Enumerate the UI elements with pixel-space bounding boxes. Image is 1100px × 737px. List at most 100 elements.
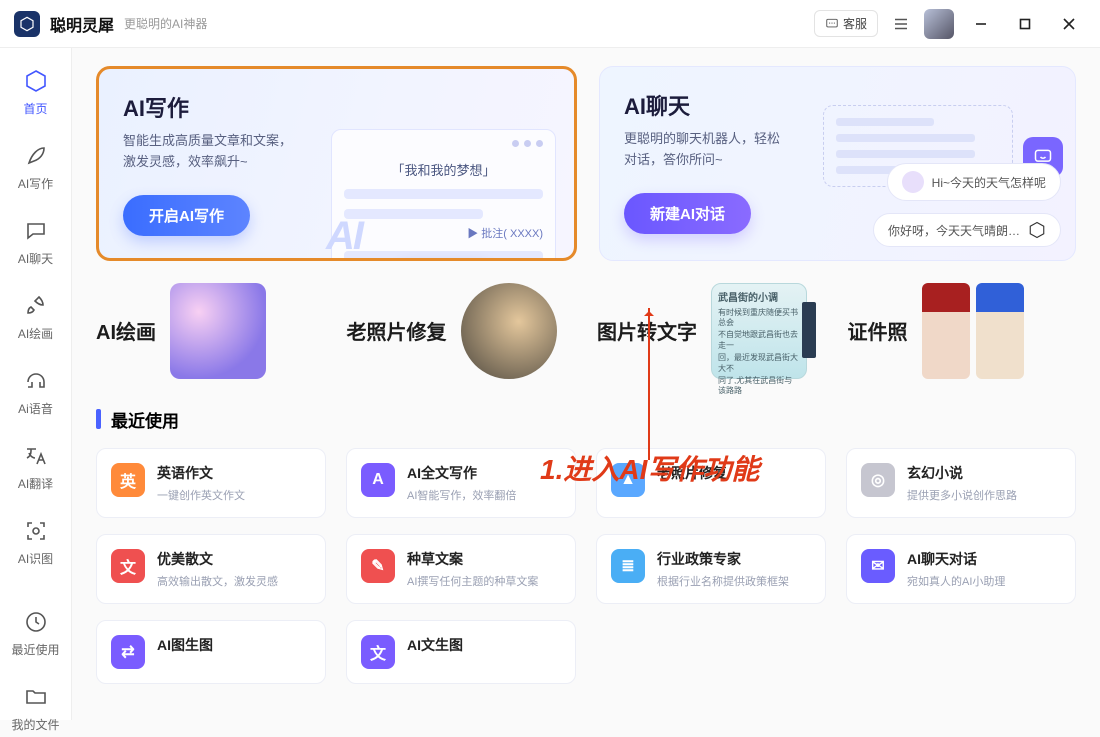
sidebar-item-label: 首页 xyxy=(23,100,47,117)
recent-item[interactable]: A AI全文写作 AI智能写作，效率翻倍 xyxy=(346,448,576,518)
hero-card-write[interactable]: AI写作 智能生成高质量文章和文案，激发灵感，效率飙升~ 开启AI写作 AI 「… xyxy=(96,66,577,261)
support-label: 客服 xyxy=(843,15,867,32)
brush-icon xyxy=(24,294,48,318)
sidebar-item-label: AI翻译 xyxy=(18,475,53,492)
sidebar-item-label: AI绘画 xyxy=(18,325,53,342)
app-name: 聪明灵犀 xyxy=(50,12,114,36)
recent-item[interactable]: ≣ 行业政策专家根据行业名称提供政策框架 xyxy=(596,534,826,604)
feature-paint[interactable]: AI绘画 xyxy=(96,283,325,379)
sidebar-item-label: AI聊天 xyxy=(18,250,53,267)
recent-item-sub: AI智能写作，效率翻倍 xyxy=(407,487,516,503)
chat-icon: ✉ xyxy=(861,549,895,583)
recent-heading: 最近使用 xyxy=(111,407,179,432)
sidebar-item-home[interactable]: 首页 xyxy=(8,62,64,121)
feature-title: 老照片修复 xyxy=(347,316,447,345)
image-icon: ⇄ xyxy=(111,635,145,669)
window-close[interactable] xyxy=(1052,7,1086,41)
sidebar-item-write[interactable]: AI写作 xyxy=(8,137,64,196)
feature-ocr[interactable]: 图片转文字 武昌街的小调 有时候到重庆随便买书总会 不自觉地跟武昌街也去走一 回… xyxy=(597,283,826,379)
sidebar-item-label: 我的文件 xyxy=(11,716,59,733)
menu-button[interactable] xyxy=(888,11,914,37)
note-icon: ✎ xyxy=(361,549,395,583)
sidebar-item-voice[interactable]: Ai语音 xyxy=(8,362,64,421)
recent-item[interactable]: ⇄ AI图生图 xyxy=(96,620,326,684)
hexagon-icon xyxy=(24,69,48,93)
chat-bubble-user: Hi~今天的天气怎样呢 xyxy=(887,163,1061,201)
recent-item[interactable]: 英英语作文一键创作英文作文 xyxy=(96,448,326,518)
sidebar: 首页 AI写作 AI聊天 AI绘画 Ai语音 AI翻译 AI识图 最 xyxy=(0,48,72,720)
recent-item-sub: 根据行业名称提供政策框架 xyxy=(657,573,789,589)
feather-icon xyxy=(24,144,48,168)
mock-annotation: ▶ 批注( XXXX) xyxy=(344,225,543,241)
policy-icon: ≣ xyxy=(611,549,645,583)
recent-item-title: 优美散文 xyxy=(157,549,278,569)
support-button[interactable]: 客服 xyxy=(814,10,878,37)
feature-idphoto[interactable]: 证件照 xyxy=(848,283,1077,379)
recent-item[interactable]: ✉AI聊天对话宛如真人的AI小助理 xyxy=(846,534,1076,604)
recent-item-title: 种草文案 xyxy=(407,549,538,569)
feature-title: 证件照 xyxy=(848,316,908,345)
hero-write-title: AI写作 xyxy=(123,91,550,123)
mock-generating-pill: 文章生成中 xyxy=(388,260,500,261)
recent-item-title: AI全文写作 xyxy=(407,463,516,483)
feature-restore[interactable]: 老照片修复 xyxy=(347,283,576,379)
feature-thumb xyxy=(461,283,557,379)
feature-title: AI绘画 xyxy=(96,316,156,345)
sidebar-item-ocr[interactable]: AI识图 xyxy=(8,512,64,571)
ai-watermark: AI xyxy=(326,214,362,259)
chat-bubble-icon xyxy=(24,219,48,243)
sidebar-item-paint[interactable]: AI绘画 xyxy=(8,287,64,346)
sidebar-item-label: AI写作 xyxy=(18,175,53,192)
recent-item-sub: 提供更多小说创作思路 xyxy=(907,487,1017,503)
recent-item-sub: AI撰写任何主题的种草文案 xyxy=(407,573,538,589)
recent-item-title: 英语作文 xyxy=(157,463,245,483)
recent-item[interactable]: ◎玄幻小说提供更多小说创作思路 xyxy=(846,448,1076,518)
doc-icon: A xyxy=(361,463,395,497)
recent-item-sub: 高效输出散文，激发灵感 xyxy=(157,573,278,589)
image-icon: ▲ xyxy=(611,463,645,497)
recent-item-title: AI聊天对话 xyxy=(907,549,1005,569)
translate-icon xyxy=(24,444,48,468)
window-minimize[interactable] xyxy=(964,7,998,41)
recent-item-title: 行业政策专家 xyxy=(657,549,789,569)
app-logo xyxy=(14,11,40,37)
hamburger-icon xyxy=(892,15,910,33)
chat-icon xyxy=(825,17,839,31)
start-write-button[interactable]: 开启AI写作 xyxy=(123,195,250,236)
accent-bar xyxy=(96,409,101,429)
window-maximize[interactable] xyxy=(1008,7,1042,41)
start-chat-button[interactable]: 新建AI对话 xyxy=(624,193,751,234)
recent-item[interactable]: 文优美散文高效输出散文，激发灵感 xyxy=(96,534,326,604)
sidebar-item-translate[interactable]: AI翻译 xyxy=(8,437,64,496)
sidebar-item-files[interactable]: 我的文件 xyxy=(8,678,64,737)
hero-write-desc: 智能生成高质量文章和文案，激发灵感，效率飙升~ xyxy=(123,131,323,173)
titlebar: 聪明灵犀 更聪明的AI神器 客服 xyxy=(0,0,1100,48)
avatar[interactable] xyxy=(924,9,954,39)
sidebar-item-chat[interactable]: AI聊天 xyxy=(8,212,64,271)
feature-thumb xyxy=(922,283,1024,379)
recent-item[interactable]: 文 AI文生图 xyxy=(346,620,576,684)
feature-thumb: 武昌街的小调 有时候到重庆随便买书总会 不自觉地跟武昌街也去走一 回，最近发现武… xyxy=(711,283,807,379)
sidebar-item-label: Ai语音 xyxy=(18,400,53,417)
mock-doc-title: 「我和我的梦想」 xyxy=(344,160,543,179)
recent-item-title: 老照片修复 xyxy=(657,463,727,483)
recent-section: 最近使用 英英语作文一键创作英文作文 AAI全文写作AI智能写作，效率翻倍 ▲老… xyxy=(96,407,1076,684)
recent-item-title: AI图生图 xyxy=(157,635,213,655)
sidebar-item-recent[interactable]: 最近使用 xyxy=(8,603,64,662)
recent-item-title: AI文生图 xyxy=(407,635,463,655)
image-icon: 文 xyxy=(361,635,395,669)
hero-chat-desc: 更聪明的聊天机器人，轻松对话，答你所问~ xyxy=(624,129,824,171)
recent-item[interactable]: ▲ 老照片修复 xyxy=(596,448,826,518)
recent-item-title: 玄幻小说 xyxy=(907,463,1017,483)
recent-item[interactable]: ✎ 种草文案 AI撰写任何主题的种草文案 xyxy=(346,534,576,604)
chat-bubble-bot: 你好呀，今天天气晴朗… xyxy=(873,213,1061,247)
recent-item-sub: 一键创作英文作文 xyxy=(157,487,245,503)
clock-icon xyxy=(24,610,48,634)
app-tagline: 更聪明的AI神器 xyxy=(124,15,207,32)
hero-card-chat[interactable]: AI聊天 更聪明的聊天机器人，轻松对话，答你所问~ 新建AI对话 Hi~今天的天… xyxy=(599,66,1076,261)
write-mock-panel: AI 「我和我的梦想」 ▶ 批注( XXXX) 文章生成中 xyxy=(331,129,556,261)
headset-icon xyxy=(24,369,48,393)
feature-title: 图片转文字 xyxy=(597,316,697,345)
sidebar-item-label: AI识图 xyxy=(18,550,53,567)
main-content: AI写作 智能生成高质量文章和文案，激发灵感，效率飙升~ 开启AI写作 AI 「… xyxy=(72,48,1100,720)
